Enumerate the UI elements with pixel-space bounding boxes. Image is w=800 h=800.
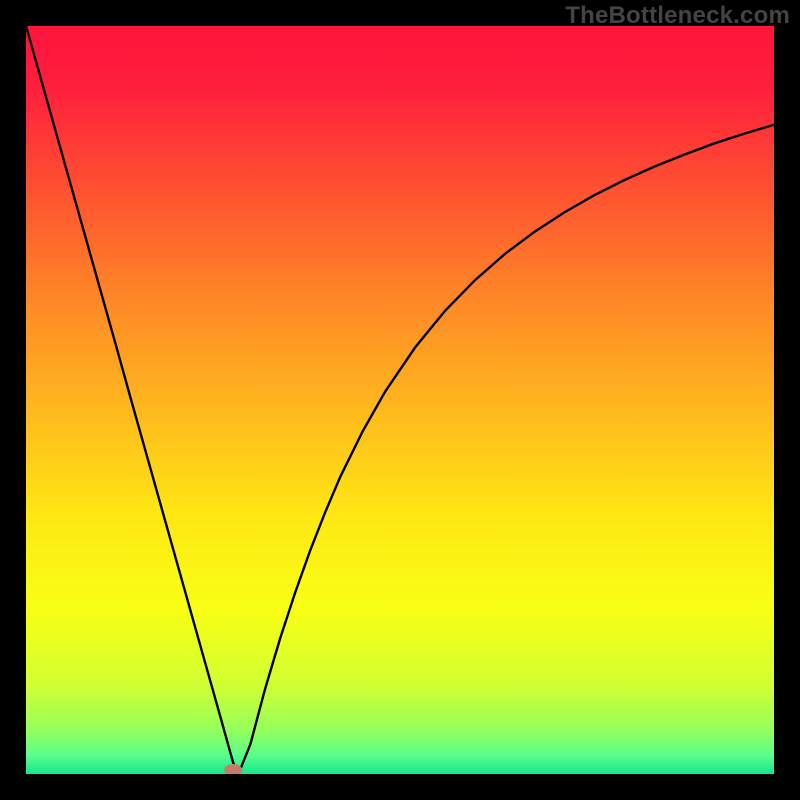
gradient-background <box>26 26 774 774</box>
chart-svg <box>26 26 774 774</box>
plot-area <box>26 26 774 774</box>
chart-frame: TheBottleneck.com <box>0 0 800 800</box>
